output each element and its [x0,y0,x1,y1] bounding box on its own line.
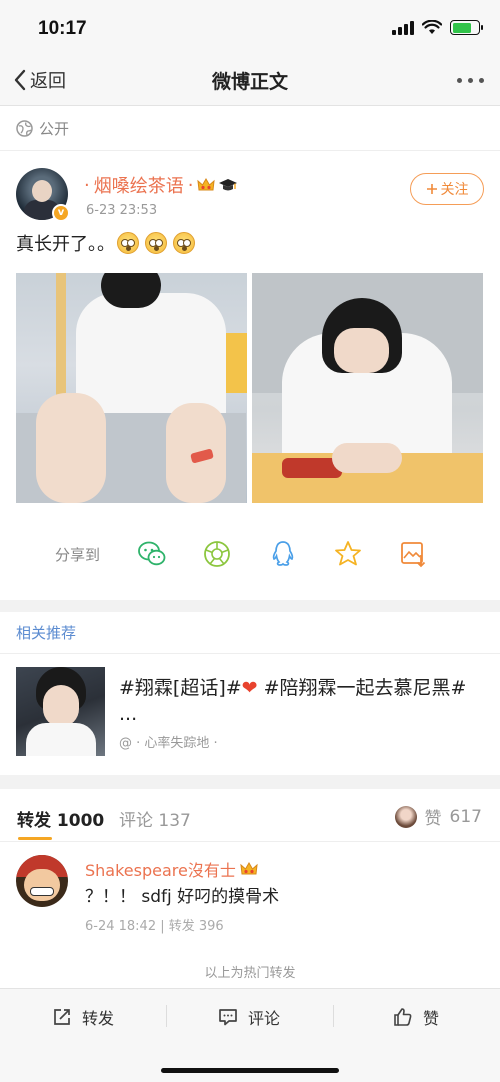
post-header: v · 烟嗓绘茶语 · 6-23 23:53 关注 [16,166,484,222]
reposter-avatar[interactable] [16,855,68,907]
tab-likes[interactable]: 赞 617 [394,804,482,829]
hot-reposts-note: 以上为热门转发 [204,966,296,981]
save-image-icon[interactable] [398,539,428,569]
tab-likes-label: 赞 [424,809,442,829]
battery-icon [450,20,483,35]
liker-avatar [394,805,417,828]
plus-icon [426,184,437,194]
follow-button[interactable]: 关注 [410,173,484,205]
like-button[interactable]: 赞 [393,1005,439,1029]
follow-label: 关注 [440,182,469,198]
post-time: 6-23 23:53 [86,203,158,218]
divider [333,1005,334,1027]
reposter-name[interactable]: Shakespeare沒有士 [85,857,258,881]
repost-meta: 6-24 18:42 | 转发 396 [85,919,224,934]
tab-reposts-count: 1000 [56,811,105,831]
post-text: 真长开了。。 [16,230,195,256]
nav-bar: 返回 微博正文 [0,54,500,106]
crown-icon [197,178,216,191]
repost-button-label: 转发 [82,1009,115,1028]
share-row: 分享到 [0,537,500,571]
moments-icon[interactable] [202,539,232,569]
related-source: @ · 心率失踪地 · [119,736,218,751]
like-button-label: 赞 [423,1009,440,1028]
related-text-a: #翔霖[超话]# [119,677,242,699]
post-photos [16,273,484,503]
wifi-icon [422,20,442,34]
more-dots-icon[interactable] [457,78,484,83]
graduation-cap-icon [219,179,238,191]
post-photo-1[interactable] [16,273,247,503]
related-item[interactable]: #翔霖[超话]#❤ #陪翔霖一起去慕尼黑# ... @ · 心率失踪地 · [16,667,484,757]
share-label: 分享到 [55,545,101,564]
surprised-emoji-icon [173,232,195,254]
repost-button[interactable]: 转发 [52,1005,114,1029]
page-title: 微博正文 [211,71,288,93]
repost-item[interactable]: Shakespeare沒有士 ？！！ sdfj 好叼的摸骨术 6-24 18:4… [16,853,484,938]
related-section-title: 相关推荐 [0,612,500,654]
home-indicator [161,1068,339,1073]
related-text: #翔霖[超话]#❤ #陪翔霖一起去慕尼黑# ... [119,675,484,727]
post-photo-2[interactable] [252,273,483,503]
section-divider [0,775,500,789]
divider [166,1005,167,1027]
reposter-name-text: Shakespeare沒有士 [85,861,236,880]
signal-icon [392,20,414,35]
section-divider [0,600,500,612]
tab-comments-count: 137 [158,811,191,831]
comment-icon [219,1009,237,1026]
repost-text: ？！！ sdfj 好叼的摸骨术 [85,887,280,907]
crown-icon [240,862,258,875]
status-bar: 10:17 [0,0,500,54]
surprised-emoji-icon [145,232,167,254]
tab-active-indicator [18,837,52,840]
verified-badge: v [52,204,70,222]
globe-icon [16,120,33,137]
visibility-row: 公开 [0,107,500,151]
wechat-icon[interactable] [137,539,167,569]
bottom-action-bar: 转发 评论 赞 [0,988,500,1082]
related-thumbnail [16,667,105,756]
status-icons [392,20,483,35]
comment-button[interactable]: 评论 [218,1005,280,1029]
qzone-star-icon[interactable] [333,539,363,569]
status-time: 10:17 [38,18,87,39]
heart-icon: ❤ [241,677,258,699]
author-name-text: 烟嗓绘茶语 [93,176,184,197]
post-text-content: 真长开了。。 [16,234,115,255]
surprised-emoji-icon [117,232,139,254]
interaction-tabs: 转发 1000 评论 137 赞 617 [0,790,500,842]
comment-button-label: 评论 [248,1009,281,1028]
author-name[interactable]: · 烟嗓绘茶语 · [84,172,238,198]
tab-comments[interactable]: 评论 137 [119,806,191,831]
tab-likes-count: 617 [449,806,482,827]
tab-reposts[interactable]: 转发 1000 [17,806,104,831]
qq-icon[interactable] [268,539,298,569]
visibility-label: 公开 [39,120,70,138]
thumbs-up-icon [394,1008,412,1026]
tab-reposts-label: 转发 [17,811,51,831]
tab-comments-label: 评论 [119,811,153,831]
repost-icon [54,1009,70,1025]
